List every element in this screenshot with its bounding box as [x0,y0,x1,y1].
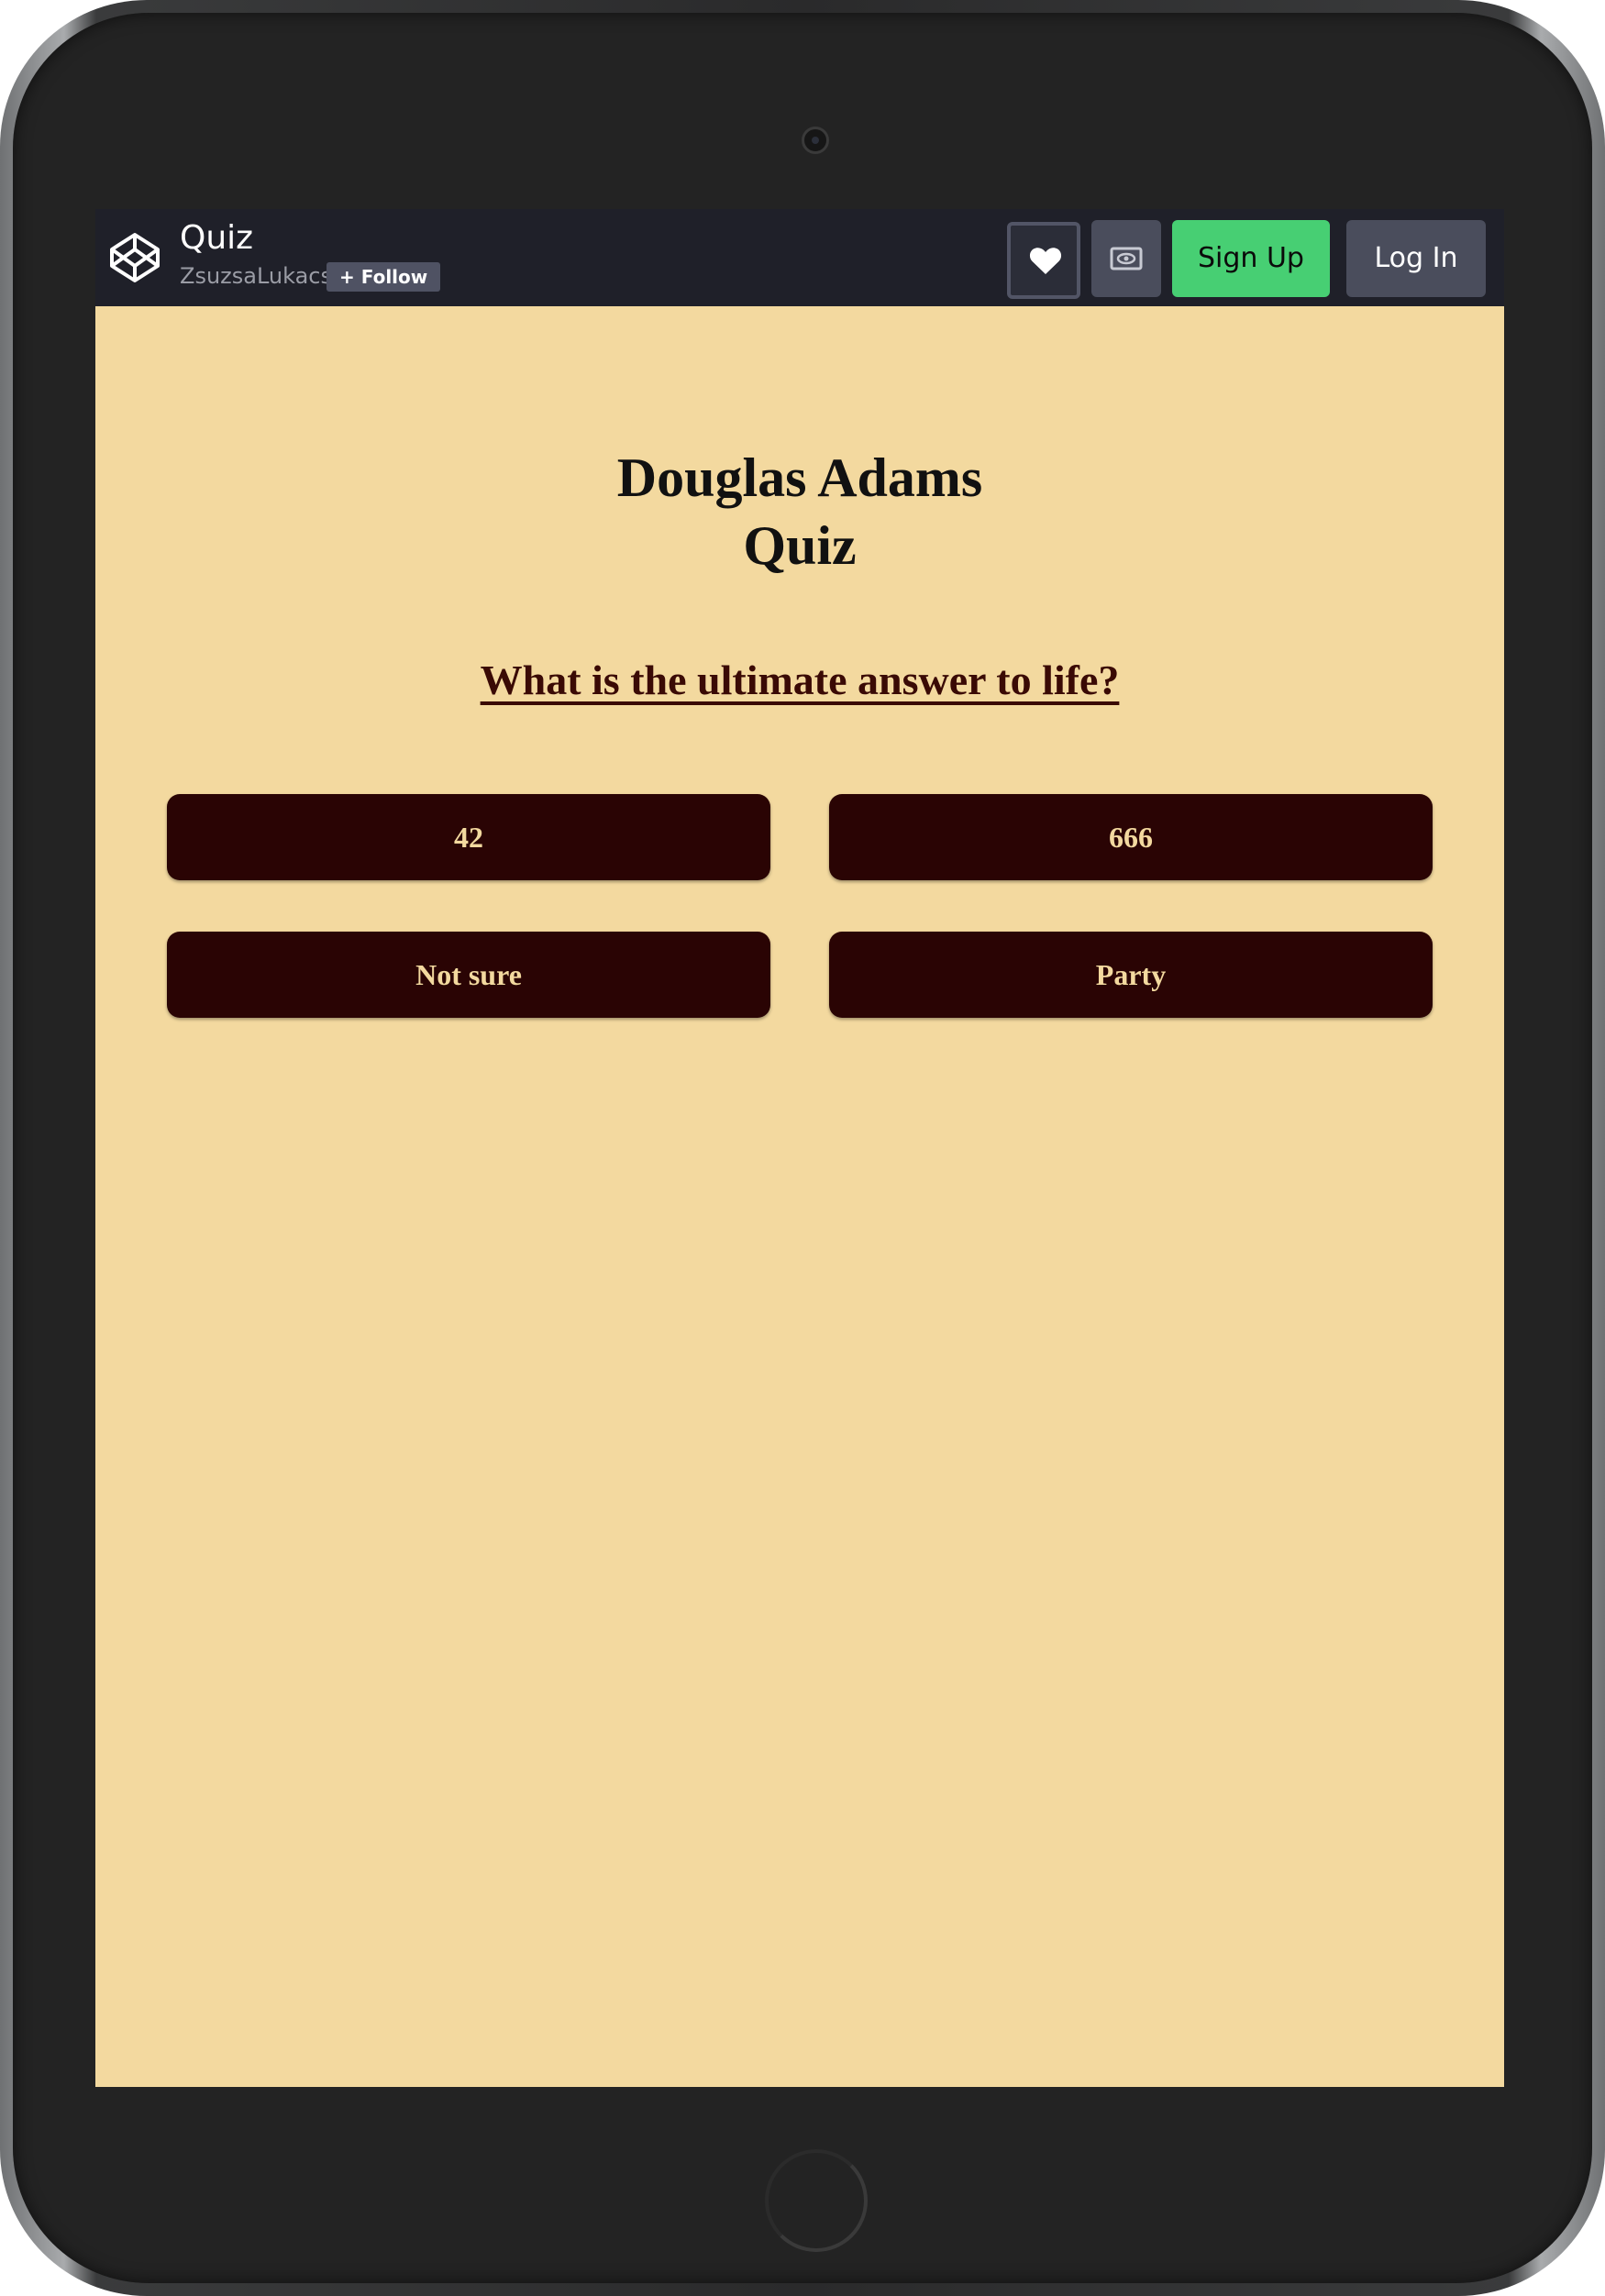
camera-icon [802,127,829,154]
answer-button-2[interactable]: 666 [829,794,1433,880]
quiz-title: Douglas Adams Quiz [95,444,1504,580]
quiz-title-line-2: Quiz [743,515,857,576]
sign-up-button[interactable]: Sign Up [1172,220,1330,297]
log-in-button[interactable]: Log In [1346,220,1486,297]
screen: Quiz ZsuzsaLukacs + Follow Sign Up Log I… [95,209,1504,2087]
home-button[interactable] [765,2149,868,2252]
answer-button-3[interactable]: Not sure [167,932,770,1018]
pen-title: Quiz [180,219,254,257]
follow-button[interactable]: + Follow [327,262,441,292]
heart-icon [1029,248,1062,274]
codepen-logo-icon[interactable] [108,231,161,284]
author-link[interactable]: ZsuzsaLukacs [180,262,332,290]
answer-button-4[interactable]: Party [829,932,1433,1018]
codepen-header: Quiz ZsuzsaLukacs + Follow Sign Up Log I… [95,209,1504,306]
tablet-frame: Quiz ZsuzsaLukacs + Follow Sign Up Log I… [0,0,1605,2296]
view-icon [1110,247,1143,270]
change-view-button[interactable] [1091,220,1161,297]
like-button[interactable] [1007,222,1080,299]
question-text: What is the ultimate answer to life? [480,657,1120,703]
quiz-title-line-1: Douglas Adams [616,447,983,508]
answer-button-1[interactable]: 42 [167,794,770,880]
